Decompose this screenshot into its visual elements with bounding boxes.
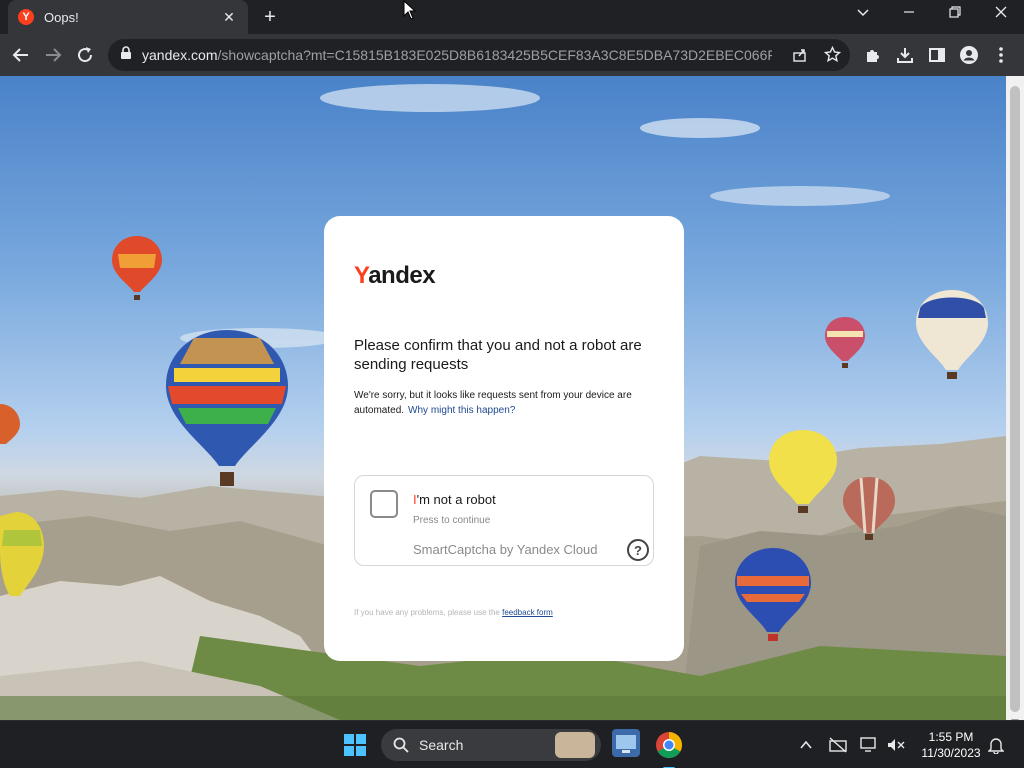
extensions-puzzle-icon[interactable]	[862, 44, 884, 66]
hot-air-balloon-icon	[0, 404, 20, 444]
notification-bell-icon[interactable]	[987, 736, 1005, 759]
clock-date: 11/30/2023	[921, 746, 981, 760]
side-panel-icon[interactable]	[926, 44, 948, 66]
windows-taskbar: Search 1:55 PM 11/30/2023	[0, 720, 1024, 768]
new-tab-button[interactable]: +	[260, 7, 280, 27]
tray-chevron-up-icon[interactable]	[800, 737, 812, 755]
captcha-provider-text: SmartCaptcha by Yandex Cloud	[413, 542, 598, 557]
yandex-favicon-icon: Y	[18, 9, 34, 25]
bookmark-star-icon[interactable]	[823, 45, 842, 68]
close-window-button[interactable]	[978, 5, 1024, 21]
not-robot-label[interactable]: I'm not a robot	[413, 492, 496, 507]
tab-close-icon[interactable]: ✕	[220, 9, 238, 26]
restore-button[interactable]	[932, 5, 978, 21]
not-robot-checkbox[interactable]	[370, 490, 398, 518]
hot-air-balloon-icon	[769, 430, 837, 513]
taskbar-search[interactable]: Search	[381, 729, 601, 761]
footer-prefix: If you have any problems, please use the	[354, 608, 500, 617]
minimize-button[interactable]	[886, 5, 932, 21]
captcha-card: Yandex Please confirm that you and not a…	[324, 216, 684, 661]
scrollbar-thumb[interactable]	[1010, 86, 1020, 712]
logo-letter-y: Y	[354, 262, 369, 289]
description-text: We're sorry, but it looks like requests …	[354, 388, 659, 418]
hot-air-balloon-icon	[166, 330, 288, 486]
back-button[interactable]	[10, 44, 32, 66]
captcha-widget: I'm not a robot Press to continue SmartC…	[354, 475, 654, 566]
url-path: /showcaptcha?mt=C15815B183E025D8B6183425…	[217, 47, 772, 63]
network-disconnected-icon[interactable]	[828, 737, 848, 758]
url-text[interactable]: yandex.com/showcaptcha?mt=C15815B183E025…	[142, 47, 772, 63]
tab-title: Oops!	[44, 9, 79, 25]
hot-air-balloon-icon	[0, 512, 44, 596]
feedback-form-link[interactable]: feedback form	[502, 608, 553, 617]
tab-strip: Y Oops! ✕ +	[0, 0, 1024, 34]
search-highlight-image-icon	[555, 732, 595, 758]
footer-note: If you have any problems, please use the…	[354, 608, 553, 617]
page-scrollbar[interactable]	[1006, 76, 1024, 724]
address-bar[interactable]: yandex.com/showcaptcha?mt=C15815B183E025…	[108, 39, 850, 71]
yandex-logo: Yandex	[354, 262, 436, 290]
browser-toolbar: yandex.com/showcaptcha?mt=C15815B183E025…	[0, 34, 1024, 76]
share-icon[interactable]	[792, 47, 808, 68]
system-clock[interactable]: 1:55 PM 11/30/2023	[918, 729, 984, 761]
menu-kebab-icon[interactable]	[990, 44, 1012, 66]
hot-air-balloon-icon	[916, 290, 988, 379]
hot-air-balloon-icon	[843, 477, 895, 540]
clock-time: 1:55 PM	[928, 730, 974, 744]
hot-air-balloon-icon	[825, 317, 865, 368]
vista-app-icon[interactable]	[612, 729, 640, 757]
url-domain: yandex.com	[142, 47, 218, 63]
tab-search-chevron-icon[interactable]	[840, 5, 886, 21]
windows-start-icon[interactable]	[344, 734, 366, 756]
hot-air-balloon-icon	[112, 236, 162, 300]
volume-muted-icon[interactable]	[886, 737, 906, 758]
chrome-taskbar-icon[interactable]	[655, 731, 683, 768]
display-icon[interactable]	[860, 737, 880, 758]
press-to-continue-text: Press to continue	[413, 515, 491, 526]
lock-icon[interactable]	[120, 45, 132, 65]
help-icon[interactable]: ?	[627, 539, 649, 561]
browser-tab[interactable]: Y Oops! ✕	[8, 0, 248, 34]
page-heading: Please confirm that you and not a robot …	[354, 337, 642, 373]
page-viewport: Yandex Please confirm that you and not a…	[0, 76, 1006, 720]
forward-button[interactable]	[42, 44, 64, 66]
mouse-cursor-icon	[403, 0, 417, 25]
why-link[interactable]: Why might this happen?	[408, 405, 515, 416]
hot-air-balloon-icon	[735, 548, 811, 641]
search-label: Search	[419, 737, 464, 753]
not-robot-label-rest: 'm not a robot	[416, 492, 496, 507]
logo-rest: andex	[368, 262, 436, 289]
downloads-icon[interactable]	[894, 44, 916, 66]
search-icon	[393, 737, 409, 753]
profile-avatar-icon[interactable]	[958, 44, 980, 66]
reload-button[interactable]	[74, 44, 96, 66]
